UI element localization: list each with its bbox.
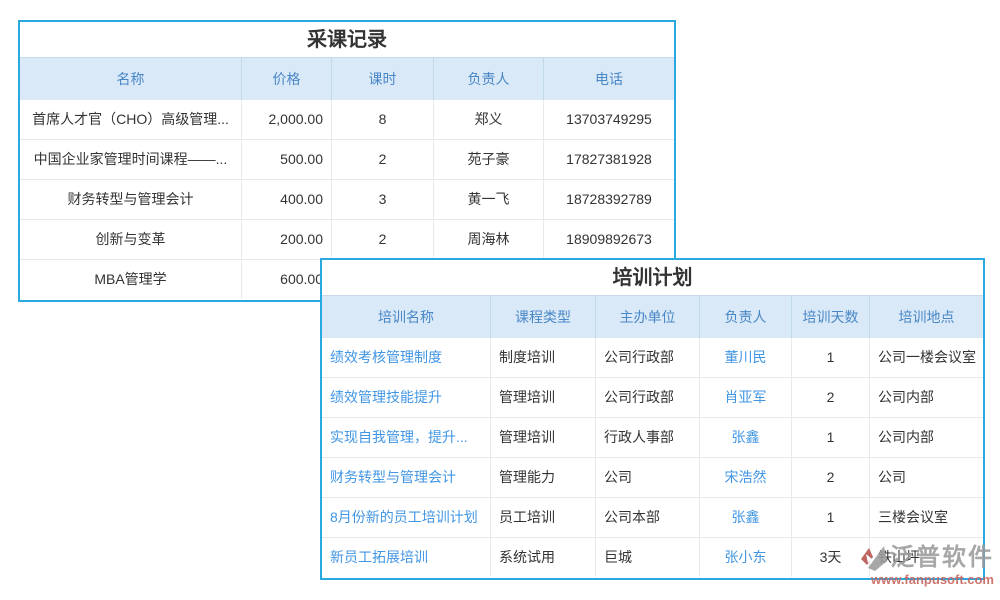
cell: 1 — [792, 338, 870, 377]
column-header: 课时 — [332, 58, 434, 100]
column-header: 名称 — [20, 58, 242, 100]
cell: 铁山坪 — [870, 538, 983, 577]
cell: 3 — [332, 180, 434, 219]
cell: 2 — [332, 220, 434, 259]
cell: 制度培训 — [491, 338, 596, 377]
cell: 400.00 — [242, 180, 332, 219]
cell: 黄一飞 — [434, 180, 544, 219]
cell: 管理能力 — [491, 458, 596, 497]
cell: 公司 — [596, 458, 700, 497]
cell: 2 — [792, 458, 870, 497]
column-header: 主办单位 — [596, 296, 700, 338]
cell-link[interactable]: 张鑫 — [700, 418, 792, 457]
cell: 18728392789 — [544, 180, 674, 219]
table-row: 8月份新的员工培训计划员工培训公司本部张鑫1三楼会议室 — [322, 498, 983, 538]
cell: 公司行政部 — [596, 338, 700, 377]
cell-link[interactable]: 实现自我管理，提升... — [322, 418, 491, 457]
cell-link[interactable]: 宋浩然 — [700, 458, 792, 497]
cell: 行政人事部 — [596, 418, 700, 457]
cell: 管理培训 — [491, 378, 596, 417]
table-row: 中国企业家管理时间课程——...500.002苑子豪17827381928 — [20, 140, 674, 180]
cell: 8 — [332, 100, 434, 139]
training-plan-header-row: 培训名称课程类型主办单位负责人培训天数培训地点 — [322, 296, 983, 338]
cell: 三楼会议室 — [870, 498, 983, 537]
training-plan-table: 培训计划 培训名称课程类型主办单位负责人培训天数培训地点 绩效考核管理制度制度培… — [320, 258, 985, 580]
cell: 2 — [792, 378, 870, 417]
cell: 巨城 — [596, 538, 700, 577]
training-plan-title: 培训计划 — [322, 260, 983, 296]
cell: 苑子豪 — [434, 140, 544, 179]
cell: 公司行政部 — [596, 378, 700, 417]
column-header: 培训名称 — [322, 296, 491, 338]
purchase-records-title: 采课记录 — [20, 22, 674, 58]
cell-link[interactable]: 8月份新的员工培训计划 — [322, 498, 491, 537]
cell: 公司一楼会议室 — [870, 338, 983, 377]
cell-link[interactable]: 绩效管理技能提升 — [322, 378, 491, 417]
table-row: 新员工拓展培训系统试用巨城张小东3天铁山坪 — [322, 538, 983, 578]
cell: 600.00 — [242, 260, 332, 299]
column-header: 课程类型 — [491, 296, 596, 338]
cell: 17827381928 — [544, 140, 674, 179]
table-row: 绩效管理技能提升管理培训公司行政部肖亚军2公司内部 — [322, 378, 983, 418]
cell: 1 — [792, 418, 870, 457]
cell-link[interactable]: 董川民 — [700, 338, 792, 377]
column-header: 培训天数 — [792, 296, 870, 338]
table-row: 首席人才官（CHO）高级管理...2,000.008郑义13703749295 — [20, 100, 674, 140]
training-plan-body: 绩效考核管理制度制度培训公司行政部董川民1公司一楼会议室绩效管理技能提升管理培训… — [322, 338, 983, 578]
cell-link[interactable]: 肖亚军 — [700, 378, 792, 417]
cell: 200.00 — [242, 220, 332, 259]
cell: 500.00 — [242, 140, 332, 179]
cell: 1 — [792, 498, 870, 537]
cell: 创新与变革 — [20, 220, 242, 259]
cell-link[interactable]: 绩效考核管理制度 — [322, 338, 491, 377]
table-row: 实现自我管理，提升...管理培训行政人事部张鑫1公司内部 — [322, 418, 983, 458]
column-header: 价格 — [242, 58, 332, 100]
cell: 财务转型与管理会计 — [20, 180, 242, 219]
cell: 管理培训 — [491, 418, 596, 457]
column-header: 电话 — [544, 58, 674, 100]
cell-link[interactable]: 财务转型与管理会计 — [322, 458, 491, 497]
column-header: 负责人 — [700, 296, 792, 338]
cell: 公司本部 — [596, 498, 700, 537]
cell: 中国企业家管理时间课程——... — [20, 140, 242, 179]
cell: 系统试用 — [491, 538, 596, 577]
table-row: 创新与变革200.002周海林18909892673 — [20, 220, 674, 260]
cell: 2,000.00 — [242, 100, 332, 139]
table-row: 财务转型与管理会计管理能力公司宋浩然2公司 — [322, 458, 983, 498]
cell: 郑义 — [434, 100, 544, 139]
cell: 18909892673 — [544, 220, 674, 259]
cell-link[interactable]: 张鑫 — [700, 498, 792, 537]
cell-link[interactable]: 张小东 — [700, 538, 792, 577]
cell: 公司 — [870, 458, 983, 497]
column-header: 培训地点 — [870, 296, 983, 338]
cell: 3天 — [792, 538, 870, 577]
cell: 员工培训 — [491, 498, 596, 537]
cell: 13703749295 — [544, 100, 674, 139]
cell: MBA管理学 — [20, 260, 242, 299]
purchase-records-header-row: 名称价格课时负责人电话 — [20, 58, 674, 100]
table-row: 财务转型与管理会计400.003黄一飞18728392789 — [20, 180, 674, 220]
cell: 公司内部 — [870, 418, 983, 457]
cell: 公司内部 — [870, 378, 983, 417]
table-row: 绩效考核管理制度制度培训公司行政部董川民1公司一楼会议室 — [322, 338, 983, 378]
cell: 2 — [332, 140, 434, 179]
column-header: 负责人 — [434, 58, 544, 100]
cell: 周海林 — [434, 220, 544, 259]
cell-link[interactable]: 新员工拓展培训 — [322, 538, 491, 577]
cell: 首席人才官（CHO）高级管理... — [20, 100, 242, 139]
